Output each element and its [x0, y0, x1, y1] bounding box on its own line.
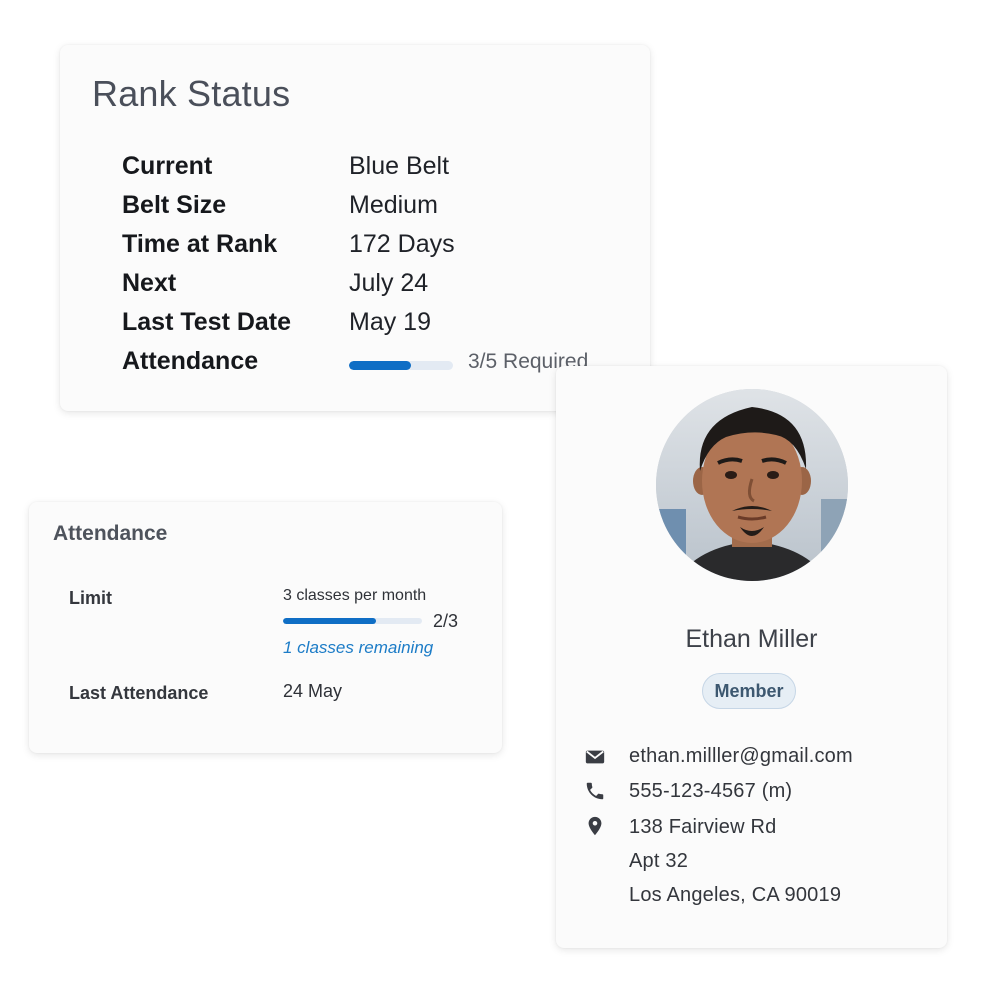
avatar[interactable] — [656, 389, 848, 581]
attendance-limit-label: Limit — [69, 588, 112, 608]
member-badge: Member — [702, 673, 796, 709]
profile-address-line1: 138 Fairview Rd — [629, 816, 777, 838]
profile-address-line3: Los Angeles, CA 90019 — [629, 884, 842, 906]
rank-status-title: Rank Status — [92, 73, 291, 114]
rank-attendance-progress-fill — [349, 361, 412, 370]
attendance-limit-value: 3 classes per month — [283, 587, 427, 604]
attendance-remaining: 1 classes remaining — [283, 638, 434, 657]
stage: Rank Status Current Blue Belt Belt Size … — [0, 0, 1000, 1000]
rank-value-time-at-rank: 172 Days — [349, 230, 455, 258]
profile-name: Ethan Miller — [685, 625, 818, 653]
rank-label-current: Current — [122, 152, 213, 180]
attendance-count: 2/3 — [433, 611, 459, 631]
map-pin-icon — [588, 816, 602, 836]
rank-row-last-test-date: Last Test Date May 19 — [122, 308, 642, 347]
last-attendance-value: 24 May — [283, 681, 343, 701]
rank-attendance-progress-bar — [349, 361, 453, 370]
rank-label-time-at-rank: Time at Rank — [122, 230, 278, 258]
phone-icon — [586, 782, 604, 800]
profile-phone[interactable]: 555-123-4567 (m) — [629, 780, 792, 803]
profile-card: Ethan Miller Member ethan.milller@gmail.… — [556, 366, 947, 948]
attendance-card: Attendance Limit 3 classes per month 2/3… — [29, 502, 502, 753]
profile-email[interactable]: ethan.milller@gmail.com — [629, 745, 853, 768]
profile-address-line2: Apt 32 — [629, 850, 689, 872]
attendance-progress-fill — [283, 618, 376, 624]
rank-value-next: July 24 — [349, 269, 429, 297]
rank-row-belt-size: Belt Size Medium — [122, 191, 642, 230]
rank-label-last-test-date: Last Test Date — [122, 308, 292, 336]
rank-value-current: Blue Belt — [349, 152, 450, 180]
attendance-title: Attendance — [53, 522, 168, 545]
rank-label-belt-size: Belt Size — [122, 191, 227, 219]
last-attendance-label: Last Attendance — [69, 683, 209, 703]
rank-row-next: Next July 24 — [122, 269, 642, 308]
rank-row-time-at-rank: Time at Rank 172 Days — [122, 230, 642, 269]
rank-status-card: Rank Status Current Blue Belt Belt Size … — [60, 45, 650, 411]
rank-label-next: Next — [122, 269, 177, 297]
rank-label-attendance: Attendance — [122, 347, 259, 375]
envelope-icon — [585, 750, 605, 764]
rank-value-last-test-date: May 19 — [349, 308, 431, 336]
attendance-progress-bar — [283, 618, 422, 624]
rank-value-belt-size: Medium — [349, 191, 438, 219]
avatar-portrait — [656, 389, 848, 581]
rank-row-current: Current Blue Belt — [122, 152, 642, 191]
